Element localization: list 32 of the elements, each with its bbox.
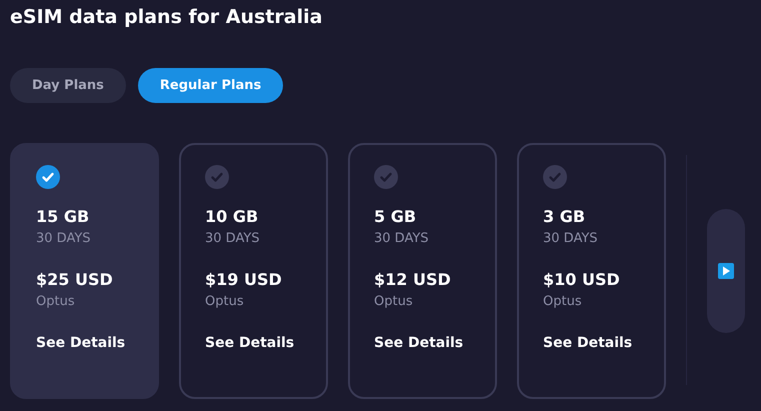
data-amount: 15 GB xyxy=(36,207,90,227)
network-name: Optus xyxy=(36,293,76,311)
plan-duration: 30 DAYS xyxy=(205,230,261,248)
plan-card[interactable]: 15 GB 30 DAYS $25 USD Optus See Details xyxy=(10,143,159,399)
next-button[interactable] xyxy=(707,209,745,333)
play-icon xyxy=(718,263,734,279)
network-name: Optus xyxy=(543,293,583,311)
data-amount: 3 GB xyxy=(543,207,586,227)
check-icon xyxy=(543,165,567,189)
see-details-link[interactable]: See Details xyxy=(543,335,664,351)
plan-card[interactable]: 5 GB 30 DAYS $12 USD Optus See Details xyxy=(348,143,497,399)
see-details-link[interactable]: See Details xyxy=(205,335,326,351)
plan-card[interactable]: 3 GB 30 DAYS $10 USD Optus See Details xyxy=(517,143,666,399)
plan-card[interactable]: 10 GB 30 DAYS $19 USD Optus See Details xyxy=(179,143,328,399)
plan-duration: 30 DAYS xyxy=(374,230,430,248)
plan-price: $19 USD xyxy=(205,270,283,290)
plan-duration: 30 DAYS xyxy=(36,230,92,248)
page-title: eSIM data plans for Australia xyxy=(10,5,324,30)
data-amount: 10 GB xyxy=(205,207,260,227)
data-amount: 5 GB xyxy=(374,207,418,227)
check-icon xyxy=(36,165,60,189)
check-icon xyxy=(205,165,229,189)
see-details-link[interactable]: See Details xyxy=(36,335,157,351)
plan-price: $25 USD xyxy=(36,270,114,290)
network-name: Optus xyxy=(205,293,245,311)
check-icon xyxy=(374,165,398,189)
plan-duration: 30 DAYS xyxy=(543,230,599,248)
plan-price: $10 USD xyxy=(543,270,621,290)
plan-tab[interactable]: Day Plans xyxy=(10,68,126,103)
network-name: Optus xyxy=(374,293,414,311)
plan-price: $12 USD xyxy=(374,270,452,290)
see-details-link[interactable]: See Details xyxy=(374,335,495,351)
